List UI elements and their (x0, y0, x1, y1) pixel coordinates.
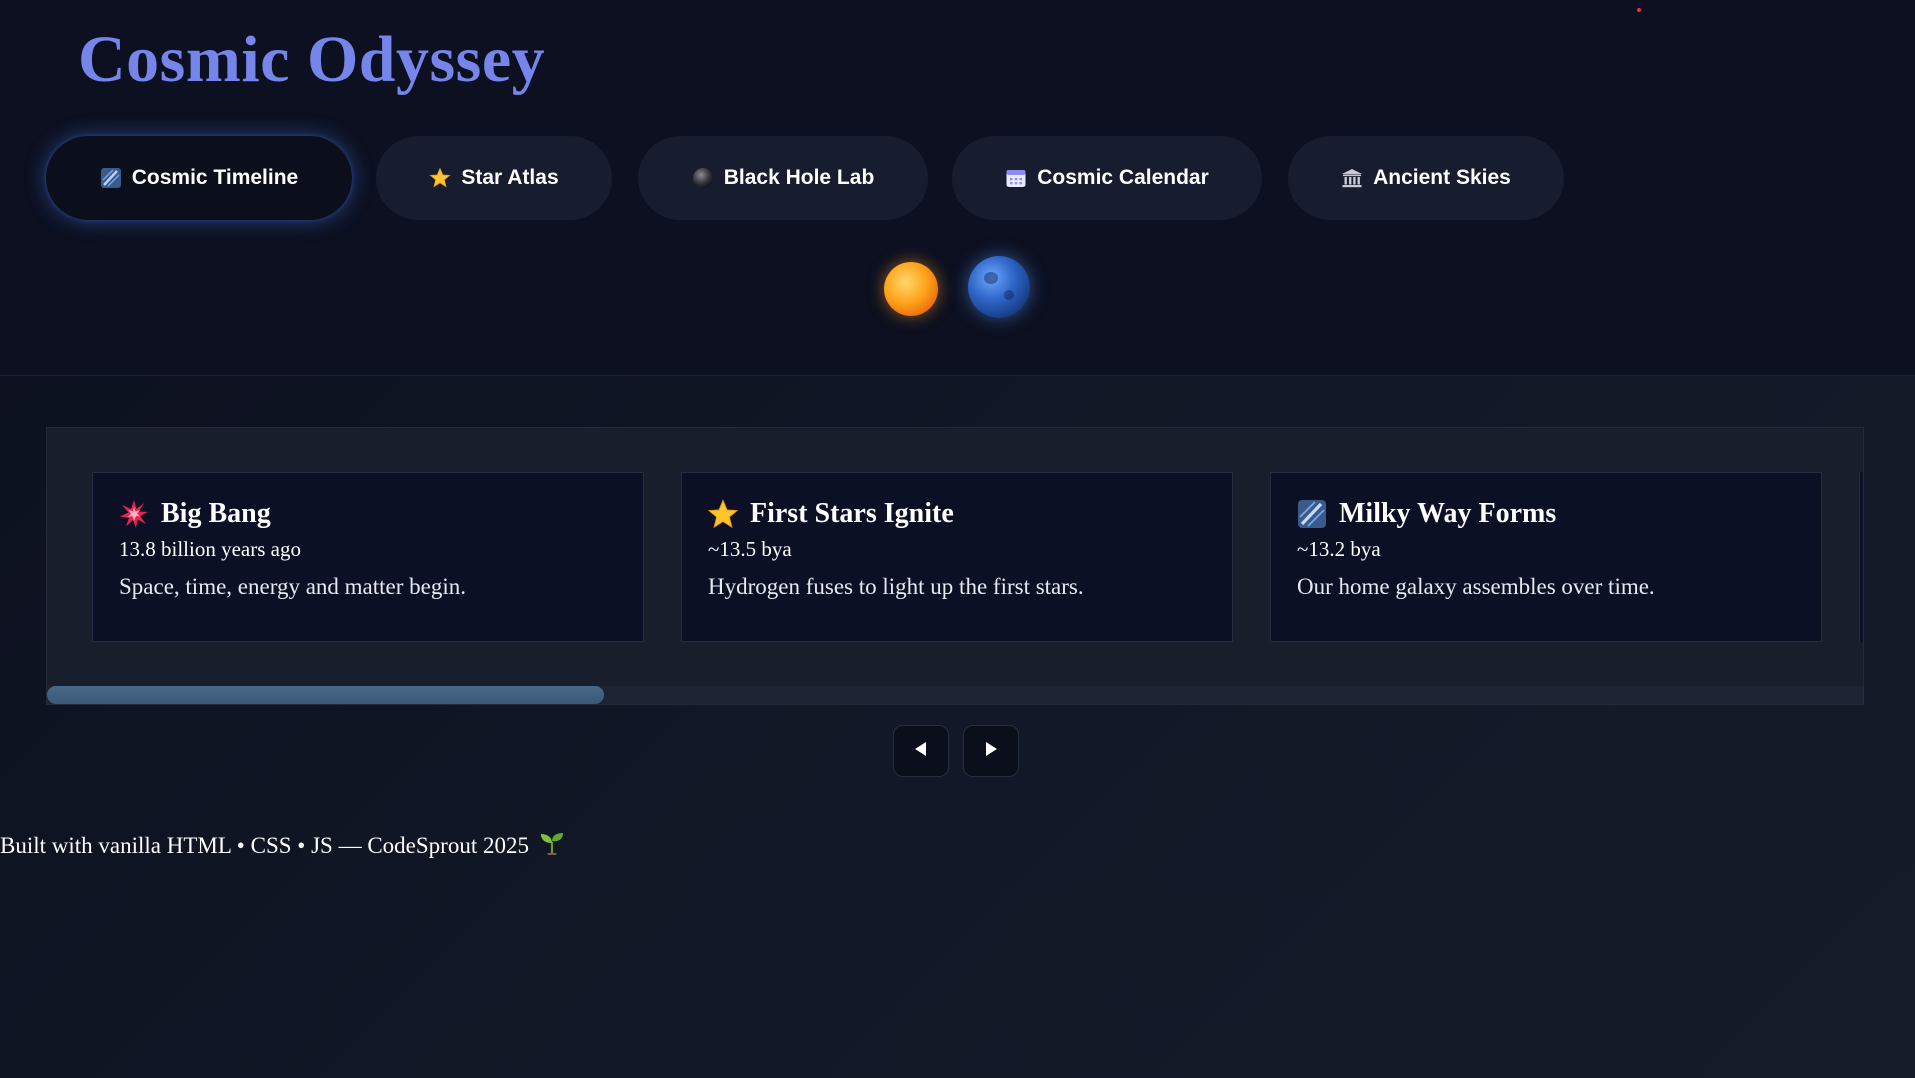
star-particle (1637, 8, 1641, 12)
sun-icon[interactable] (884, 262, 938, 316)
site-header: Cosmic Odyssey Cosmic Timeline Star Atla… (0, 0, 1915, 376)
timeline-card-first-stars[interactable]: First Stars Ignite ~13.5 bya Hydrogen fu… (681, 472, 1233, 642)
tab-label: Cosmic Calendar (1037, 166, 1209, 189)
calendar-icon (1005, 167, 1027, 189)
site-title: Cosmic Odyssey (78, 23, 546, 96)
tab-cosmic-timeline[interactable]: Cosmic Timeline (46, 136, 352, 220)
tab-label: Black Hole Lab (723, 166, 875, 189)
previous-button[interactable] (893, 725, 949, 777)
card-description: Space, time, energy and matter begin. (119, 574, 467, 599)
moon-icon[interactable] (968, 256, 1030, 318)
card-title-text: Milky Way Forms (1339, 498, 1557, 529)
timeline-carousel[interactable]: Big Bang 13.8 billion years ago Space, t… (46, 427, 1864, 705)
tab-label: Cosmic Timeline (131, 166, 299, 189)
card-description: Our home galaxy assembles over time. (1297, 574, 1655, 599)
scrollbar-thumb[interactable] (47, 686, 604, 704)
tab-cosmic-calendar[interactable]: Cosmic Calendar (952, 136, 1262, 220)
milky-way-icon (1297, 499, 1327, 529)
explosion-icon (119, 499, 149, 529)
milky-way-icon (100, 167, 122, 189)
timeline-card-big-bang[interactable]: Big Bang 13.8 billion years ago Space, t… (92, 472, 644, 642)
next-button[interactable] (963, 725, 1019, 777)
seedling-icon (539, 830, 565, 862)
triangle-right-icon (982, 740, 1000, 763)
horizontal-scrollbar[interactable] (47, 686, 1863, 704)
tab-ancient-skies[interactable]: Ancient Skies (1288, 136, 1564, 220)
card-date: 13.8 billion years ago (119, 537, 301, 561)
tab-black-hole-lab[interactable]: Black Hole Lab (638, 136, 928, 220)
card-date: ~13.5 bya (708, 537, 792, 561)
temple-icon (1341, 167, 1363, 189)
star-icon (708, 499, 738, 529)
tab-star-atlas[interactable]: Star Atlas (376, 136, 612, 220)
site-footer: Built with vanilla HTML • CSS • JS — Cod… (0, 830, 565, 862)
card-title-text: First Stars Ignite (750, 498, 954, 529)
triangle-left-icon (912, 740, 930, 763)
card-description: Hydrogen fuses to light up the first sta… (708, 574, 1084, 599)
tab-label: Ancient Skies (1373, 166, 1511, 189)
tab-label: Star Atlas (461, 166, 559, 189)
timeline-card-milky-way[interactable]: Milky Way Forms ~13.2 bya Our home galax… (1270, 472, 1822, 642)
timeline-card-next-partial (1859, 472, 1863, 642)
card-title-text: Big Bang (161, 498, 271, 529)
black-hole-icon (692, 167, 714, 189)
footer-text: Built with vanilla HTML • CSS • JS — Cod… (0, 833, 529, 858)
card-date: ~13.2 bya (1297, 537, 1381, 561)
star-icon (429, 167, 451, 189)
